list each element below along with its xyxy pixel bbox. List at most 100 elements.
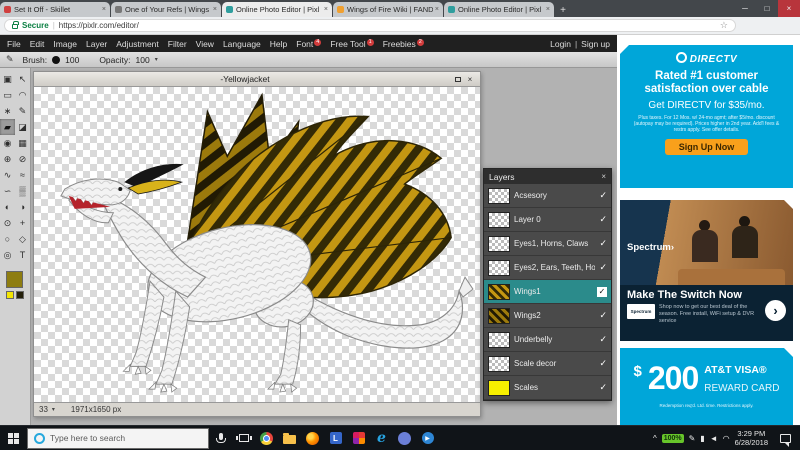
- layer-row[interactable]: Eyes2, Ears, Teeth, Horn ✓: [484, 256, 611, 280]
- canvas-titlebar[interactable]: -Yellowjacket ×: [34, 72, 480, 86]
- tab-close-icon[interactable]: ×: [213, 6, 217, 13]
- bookmark-star-icon[interactable]: ☆: [720, 20, 728, 31]
- tab-close-icon[interactable]: ×: [546, 6, 550, 13]
- discord-button[interactable]: [393, 426, 416, 450]
- network-tray-icon[interactable]: ◠: [723, 434, 730, 443]
- opacity-value[interactable]: 100: [136, 55, 150, 65]
- signup-link[interactable]: Sign up: [581, 39, 610, 49]
- layer-row[interactable]: Layer 0 ✓: [484, 208, 611, 232]
- secondary-color-swatch[interactable]: [6, 291, 14, 299]
- layer-visibility-check[interactable]: ✓: [599, 358, 607, 369]
- ad-arrow-button[interactable]: ›: [765, 300, 786, 321]
- browser-tab-active[interactable]: Online Photo Editor | Pixl ×: [222, 2, 332, 17]
- layers-panel-header[interactable]: Layers ×: [484, 169, 611, 184]
- tool-dodge[interactable]: ◐: [0, 199, 15, 215]
- battery-tray-icon[interactable]: ▮: [700, 434, 704, 443]
- layer-row[interactable]: Eyes1, Horns, Claws ✓: [484, 232, 611, 256]
- canvas-close-icon[interactable]: ×: [464, 75, 476, 84]
- tool-marquee[interactable]: ▭: [0, 87, 15, 103]
- layer-visibility-check[interactable]: ✓: [599, 334, 607, 345]
- canvas-area[interactable]: [34, 86, 480, 403]
- menu-item-edit[interactable]: Edit: [30, 39, 45, 49]
- new-tab-button[interactable]: +: [555, 3, 571, 17]
- login-link[interactable]: Login: [550, 39, 571, 49]
- task-view-button[interactable]: [232, 426, 255, 450]
- tool-drawing[interactable]: ∿: [0, 167, 15, 183]
- chrome-taskbar-button[interactable]: [255, 426, 278, 450]
- tool-burn[interactable]: ◑: [15, 199, 30, 215]
- close-button[interactable]: ×: [778, 0, 800, 17]
- layer-visibility-check[interactable]: ✓: [599, 310, 607, 321]
- action-center-button[interactable]: [773, 426, 797, 450]
- battery-percent-badge[interactable]: 100%: [662, 434, 684, 443]
- menu-item-free-tool[interactable]: Free Tool1: [330, 39, 373, 49]
- maximize-button[interactable]: □: [756, 0, 778, 17]
- tab-close-icon[interactable]: ×: [435, 6, 439, 13]
- minimize-button[interactable]: ─: [734, 0, 756, 17]
- tool-color-replace[interactable]: ⊘: [15, 151, 30, 167]
- brush-preview-dot[interactable]: [52, 56, 60, 64]
- menu-item-image[interactable]: Image: [53, 39, 77, 49]
- tool-eraser[interactable]: ◪: [15, 119, 30, 135]
- tool-brush[interactable]: ▰: [0, 119, 15, 135]
- tool-lasso[interactable]: ◠: [15, 87, 30, 103]
- tray-expand-icon[interactable]: ^: [653, 434, 657, 443]
- ad-choices-icon[interactable]: [620, 45, 629, 54]
- tool-paint-bucket[interactable]: ◉: [0, 135, 15, 151]
- menu-item-adjustment[interactable]: Adjustment: [116, 39, 159, 49]
- media-player-button[interactable]: ▶: [416, 426, 439, 450]
- microphone-button[interactable]: [209, 426, 232, 450]
- ad-choices-icon[interactable]: [784, 200, 793, 209]
- brush-size-value[interactable]: 100: [65, 55, 79, 65]
- layer-row[interactable]: Scale decor ✓: [484, 352, 611, 376]
- tool-spot-heal[interactable]: +: [15, 215, 30, 231]
- taskbar-clock[interactable]: 3:29 PM 6/28/2018: [735, 429, 768, 447]
- layer-row[interactable]: Acsesory ✓: [484, 184, 611, 208]
- browser-tab[interactable]: Wings of Fire Wiki | FAND ×: [333, 2, 443, 17]
- layer-row[interactable]: Wings2 ✓: [484, 304, 611, 328]
- docs-app-button[interactable]: L: [324, 426, 347, 450]
- layer-visibility-check[interactable]: ✓: [599, 214, 607, 225]
- layers-panel-close-icon[interactable]: ×: [601, 172, 606, 181]
- layer-row[interactable]: Underbelly ✓: [484, 328, 611, 352]
- pen-tray-icon[interactable]: ✎: [689, 434, 696, 443]
- tertiary-color-swatch[interactable]: [16, 291, 24, 299]
- tool-bloat[interactable]: ○: [0, 231, 15, 247]
- zoom-caret-icon[interactable]: ▾: [52, 406, 55, 413]
- menu-item-file[interactable]: File: [7, 39, 21, 49]
- canvas-restore-icon[interactable]: [452, 75, 464, 84]
- start-button[interactable]: [0, 426, 27, 450]
- menu-item-help[interactable]: Help: [270, 39, 287, 49]
- menu-item-language[interactable]: Language: [223, 39, 261, 49]
- zoom-value[interactable]: 33: [39, 405, 48, 414]
- tool-type[interactable]: T: [15, 247, 30, 263]
- tab-close-icon[interactable]: ×: [324, 6, 328, 13]
- menu-item-filter[interactable]: Filter: [168, 39, 187, 49]
- tool-sponge[interactable]: ▒: [15, 183, 30, 199]
- tool-clone-stamp[interactable]: ⊕: [0, 151, 15, 167]
- tool-red-eye[interactable]: ⊙: [0, 215, 15, 231]
- menu-item-layer[interactable]: Layer: [86, 39, 107, 49]
- layer-visibility-check[interactable]: ✓: [599, 262, 607, 273]
- opacity-caret-icon[interactable]: ▾: [155, 56, 158, 63]
- tool-wand[interactable]: ∗: [0, 103, 15, 119]
- ad-choices-icon[interactable]: [784, 348, 793, 357]
- volume-tray-icon[interactable]: ◄: [710, 434, 718, 443]
- taskbar-search-input[interactable]: Type here to search: [27, 428, 209, 449]
- spectrum-ad[interactable]: Spectrum› Make The Switch Now Spectrum S…: [620, 200, 793, 341]
- layer-visibility-checkbox[interactable]: ✓: [597, 287, 607, 297]
- layer-row-selected[interactable]: Wings1 ✓: [484, 280, 611, 304]
- url-text[interactable]: https://pixlr.com/editor/: [59, 21, 139, 30]
- layer-row[interactable]: Scales ✓: [484, 376, 611, 400]
- layer-visibility-check[interactable]: ✓: [599, 238, 607, 249]
- omnibox[interactable]: Secure | https://pixlr.com/editor/ ☆: [4, 19, 736, 32]
- directv-ad-top[interactable]: DIRECTV Rated #1 customer satisfaction o…: [620, 45, 793, 188]
- file-explorer-button[interactable]: [278, 426, 301, 450]
- game-app-button[interactable]: [347, 426, 370, 450]
- menu-item-font[interactable]: Font4: [296, 39, 321, 49]
- browser-tab[interactable]: Online Photo Editor | Pixl ×: [444, 2, 554, 17]
- tool-blur[interactable]: ≈: [15, 167, 30, 183]
- primary-color-swatch[interactable]: [6, 271, 23, 288]
- firefox-button[interactable]: [301, 426, 324, 450]
- tool-crop[interactable]: ▣: [0, 71, 15, 87]
